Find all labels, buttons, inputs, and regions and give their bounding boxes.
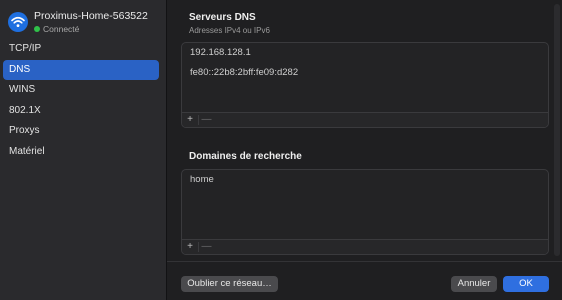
dns-list-controls: + — xyxy=(182,112,548,127)
dialog-footer: Oublier ce réseau… Annuler OK xyxy=(167,261,562,300)
search-domains-title: Domaines de recherche xyxy=(189,151,302,162)
dns-servers-title: Serveurs DNS xyxy=(189,12,256,23)
dns-servers-subtitle: Adresses IPv4 ou IPv6 xyxy=(189,26,270,35)
sidebar-item-8021x[interactable]: 802.1X xyxy=(3,101,159,122)
sidebar-item-materiel[interactable]: Matériel xyxy=(3,142,159,163)
search-domains-list[interactable]: home + — xyxy=(181,169,549,255)
sidebar-nav: TCP/IP DNS WINS 802.1X Proxys Matériel xyxy=(3,39,159,162)
forget-network-button[interactable]: Oublier ce réseau… xyxy=(181,276,278,292)
status-dot-icon xyxy=(34,26,40,32)
network-status: Connecté xyxy=(34,24,148,34)
add-domain-button[interactable]: + xyxy=(182,240,198,254)
scrollbar[interactable] xyxy=(554,4,560,256)
sidebar-item-wins[interactable]: WINS xyxy=(3,80,159,101)
dns-panel: Serveurs DNS Adresses IPv4 ou IPv6 192.1… xyxy=(167,0,562,300)
cancel-button[interactable]: Annuler xyxy=(451,276,497,292)
add-dns-button[interactable]: + xyxy=(182,113,198,127)
search-list-controls: + — xyxy=(182,239,548,254)
sidebar-item-tcpip[interactable]: TCP/IP xyxy=(3,39,159,60)
network-header: Proximus-Home-563522 Connecté xyxy=(8,10,148,34)
network-name: Proximus-Home-563522 xyxy=(34,10,148,22)
remove-domain-button[interactable]: — xyxy=(198,242,214,252)
sidebar: Proximus-Home-563522 Connecté TCP/IP DNS… xyxy=(0,0,167,300)
dns-servers-list[interactable]: 192.168.128.1 fe80::22b8:2bff:fe09:d282 … xyxy=(181,42,549,128)
network-status-label: Connecté xyxy=(43,24,80,34)
remove-dns-button[interactable]: — xyxy=(198,115,214,125)
sidebar-item-proxys[interactable]: Proxys xyxy=(3,121,159,142)
list-item[interactable]: fe80::22b8:2bff:fe09:d282 xyxy=(182,63,548,83)
sidebar-item-dns[interactable]: DNS xyxy=(3,59,159,80)
list-item[interactable]: 192.168.128.1 xyxy=(182,43,548,63)
ok-button[interactable]: OK xyxy=(503,276,549,292)
list-item[interactable]: home xyxy=(182,170,548,190)
wifi-icon xyxy=(8,12,28,32)
